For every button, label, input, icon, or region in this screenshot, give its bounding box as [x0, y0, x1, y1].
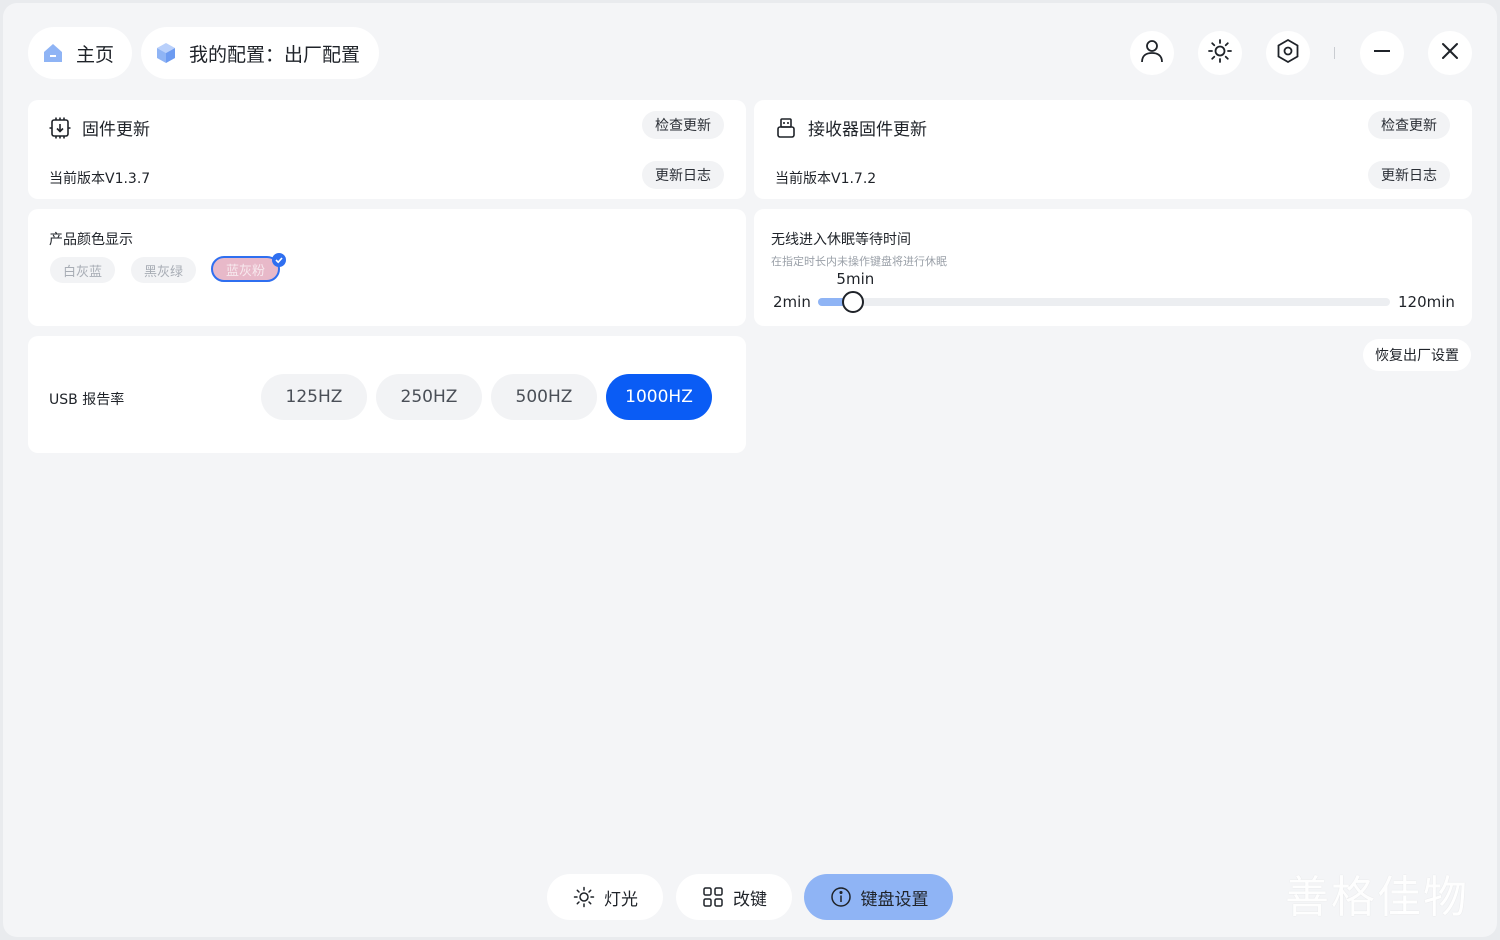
sun-icon: [572, 885, 596, 909]
usb-rate-500hz-button[interactable]: 500HZ: [491, 374, 597, 420]
firmware-version: 当前版本V1.3.7: [49, 171, 151, 187]
product-color-title: 产品颜色显示: [49, 232, 133, 248]
usb-rate-1000hz-button[interactable]: 1000HZ: [606, 374, 712, 420]
selected-check-icon: [272, 253, 286, 267]
minimize-icon: [1371, 40, 1393, 66]
firmware-card: 固件更新 检查更新 当前版本V1.3.7 更新日志: [28, 100, 746, 199]
sleep-card: 无线进入休眠等待时间 在指定时长内未操作键盘将进行休眠 2min 120min …: [754, 209, 1472, 326]
info-icon: [829, 885, 853, 909]
usb-report-rate-title: USB 报告率: [49, 392, 125, 408]
user-icon: [1139, 38, 1165, 68]
nav-lighting-button[interactable]: 灯光: [547, 874, 663, 920]
grid-icon: [701, 885, 725, 909]
nav-keymap-label: 改键: [733, 889, 767, 910]
sleep-current-value: 5min: [836, 270, 875, 288]
brightness-button[interactable]: [1198, 31, 1242, 75]
nav-keyboard-settings-button[interactable]: 键盘设置: [804, 874, 953, 920]
receiver-check-update-button[interactable]: 检查更新: [1368, 111, 1450, 139]
firmware-title: 固件更新: [48, 115, 150, 140]
home-label: 主页: [76, 43, 115, 66]
sleep-title: 无线进入休眠等待时间: [771, 232, 911, 248]
firmware-check-update-button[interactable]: 检查更新: [642, 111, 724, 139]
config-selector[interactable]: 我的配置：出厂配置: [141, 27, 379, 79]
color-option-white-gray-blue[interactable]: 白灰蓝: [50, 257, 116, 283]
nav-keyboard-settings-label: 键盘设置: [860, 889, 929, 910]
usb-receiver-icon: [774, 116, 798, 140]
home-icon: [40, 40, 66, 66]
receiver-title-text: 接收器固件更新: [808, 120, 927, 140]
brightness-icon: [1207, 38, 1233, 68]
firmware-title-text: 固件更新: [82, 120, 150, 140]
close-icon: [1440, 41, 1460, 65]
home-button[interactable]: 主页: [28, 27, 132, 79]
color-option-black-gray-green[interactable]: 黑灰绿: [131, 257, 197, 283]
cube-icon: [153, 40, 179, 66]
config-label: 我的配置：出厂配置: [189, 43, 361, 66]
receiver-changelog-button[interactable]: 更新日志: [1368, 161, 1450, 189]
product-color-card: 产品颜色显示 白灰蓝 黑灰绿 蓝灰粉: [28, 209, 746, 326]
factory-reset-button[interactable]: 恢复出厂设置: [1363, 339, 1471, 371]
usb-rate-125hz-button[interactable]: 125HZ: [261, 374, 367, 420]
color-option-blue-gray-pink[interactable]: 蓝灰粉: [211, 256, 281, 282]
sleep-max-label: 120min: [1398, 293, 1455, 311]
close-button[interactable]: [1428, 31, 1472, 75]
sleep-min-label: 2min: [773, 293, 811, 311]
user-button[interactable]: [1130, 31, 1174, 75]
header-divider: [1334, 47, 1335, 59]
sleep-slider-handle[interactable]: [842, 291, 865, 313]
app-window: 主页 我的配置：出厂配置 固件更新 检查更新 当前版本V1.3.7 更新日志 接…: [3, 3, 1497, 937]
sleep-slider-track[interactable]: [818, 298, 1390, 306]
settings-icon: [1275, 38, 1301, 68]
settings-button[interactable]: [1266, 31, 1310, 75]
watermark: 善格佳物: [1285, 872, 1469, 923]
nav-keymap-button[interactable]: 改键: [676, 874, 792, 920]
chip-download-icon: [48, 116, 72, 140]
receiver-title: 接收器固件更新: [774, 115, 927, 140]
sleep-hint: 在指定时长内未操作键盘将进行休眠: [771, 255, 947, 268]
firmware-changelog-button[interactable]: 更新日志: [642, 161, 724, 189]
usb-rate-250hz-button[interactable]: 250HZ: [376, 374, 482, 420]
nav-lighting-label: 灯光: [604, 889, 638, 910]
receiver-version: 当前版本V1.7.2: [775, 171, 877, 187]
receiver-card: 接收器固件更新 检查更新 当前版本V1.7.2 更新日志: [754, 100, 1472, 199]
minimize-button[interactable]: [1360, 31, 1404, 75]
